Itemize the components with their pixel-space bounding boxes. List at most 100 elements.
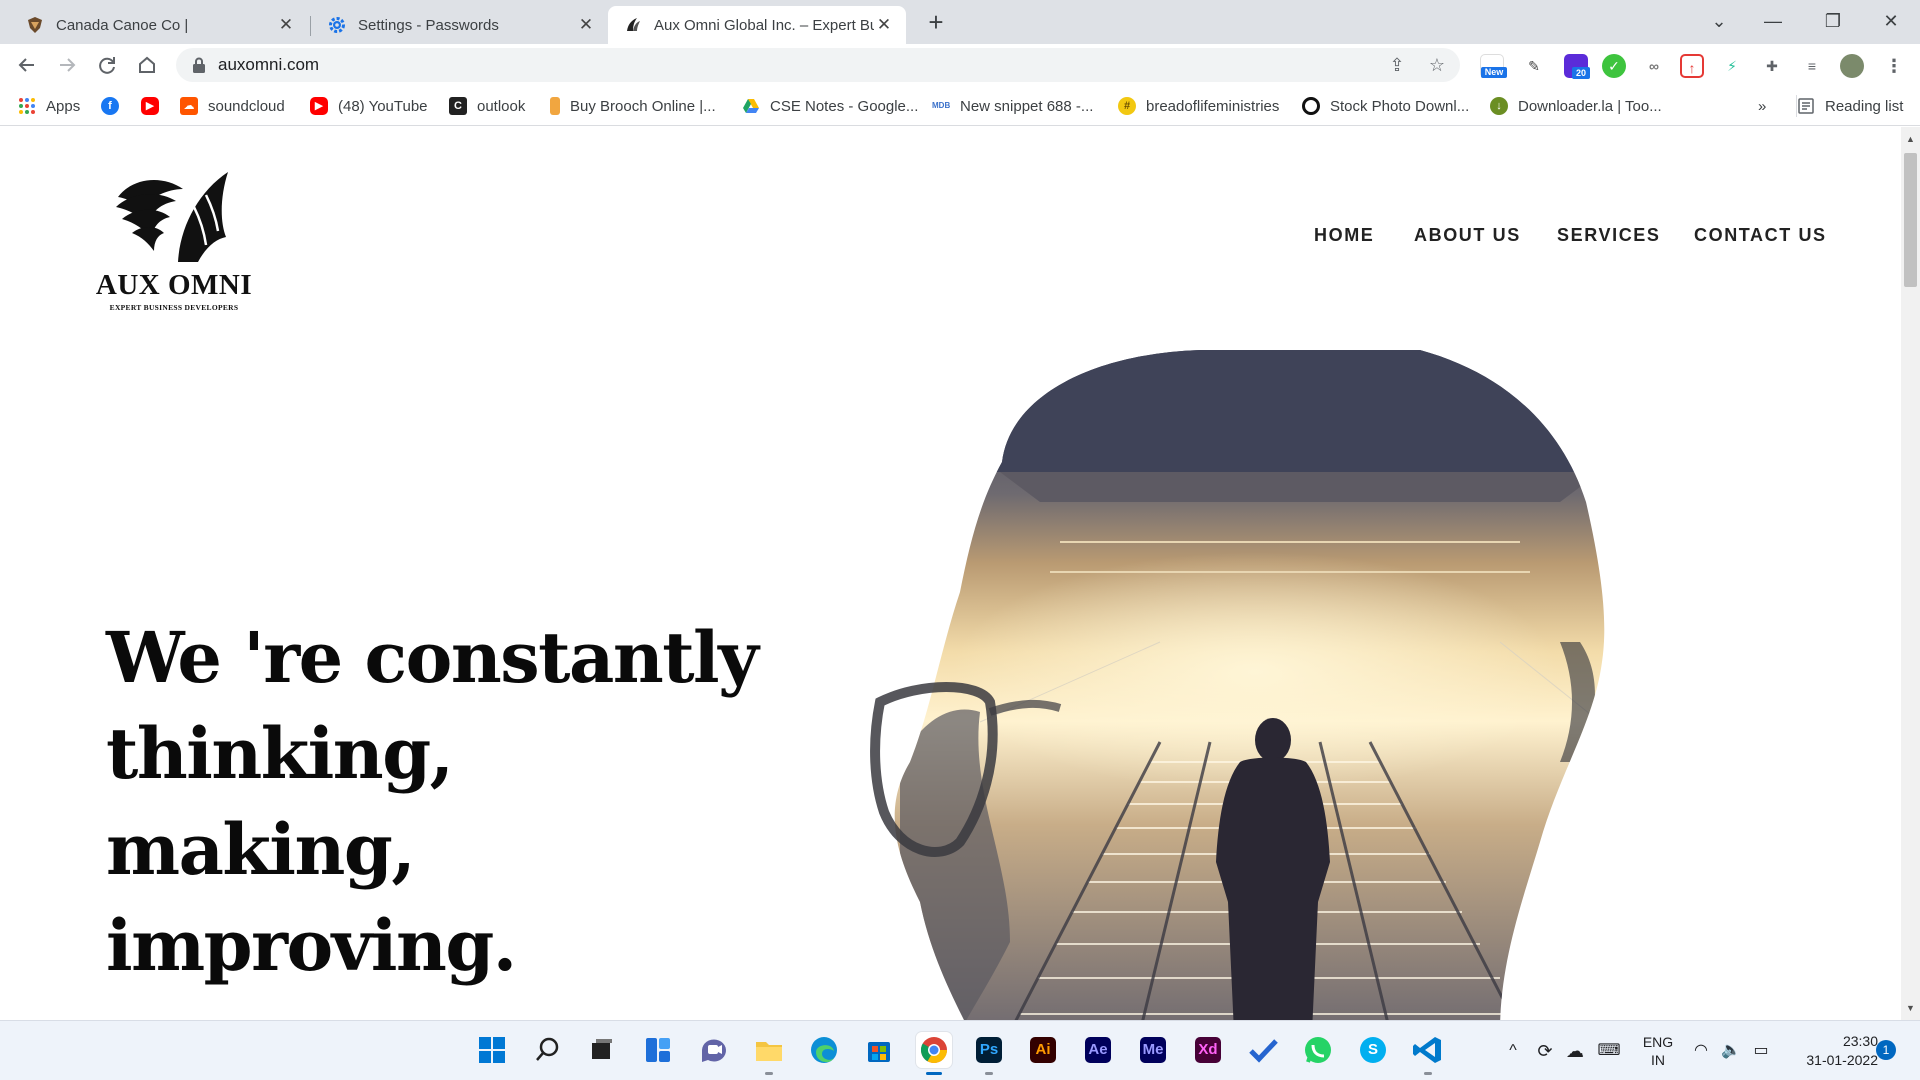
wifi-icon[interactable]: ◠: [1688, 1021, 1714, 1080]
bookmark-youtube-48[interactable]: ▶ (48) YouTube: [310, 95, 428, 117]
bookmark-buy-brooch[interactable]: Buy Brooch Online |...: [550, 95, 716, 117]
close-tab-icon[interactable]: ✕: [276, 15, 296, 35]
upload-extension-icon[interactable]: ↑: [1680, 54, 1704, 78]
forward-button[interactable]: [52, 50, 82, 80]
taskbar-illustrator[interactable]: Ai: [1025, 1032, 1061, 1068]
address-bar[interactable]: auxomni.com ⇪ ☆: [176, 48, 1460, 82]
bookmark-apps[interactable]: Apps: [18, 95, 80, 117]
apps-grid-icon: [19, 98, 35, 114]
page-viewport: AUX OMNI EXPERT BUSINESS DEVELOPERS HOME…: [0, 127, 1901, 1020]
lightning-extension-icon[interactable]: ⚡: [1720, 54, 1744, 78]
close-tab-icon[interactable]: ✕: [576, 15, 596, 35]
bookmarks-bar: Apps f ▶ ☁ soundcloud ▶ (48) YouTube Coutl…: [0, 86, 1920, 126]
store-icon: [868, 1042, 890, 1062]
bookmarks-overflow-button[interactable]: »: [1758, 95, 1766, 117]
bookmark-star-icon[interactable]: ☆: [1426, 54, 1448, 76]
taskbar-todo[interactable]: [1245, 1032, 1281, 1068]
taskbar-adobe-xd[interactable]: Xd: [1190, 1032, 1226, 1068]
reading-list-button[interactable]: Reading list: [1796, 95, 1903, 117]
reload-button[interactable]: [92, 50, 122, 80]
scroll-up-arrow-icon[interactable]: ▲: [1901, 131, 1920, 147]
new-tab-button[interactable]: +: [922, 9, 950, 37]
close-window-button[interactable]: ✕: [1868, 6, 1914, 36]
bookmark-mdb-snippet[interactable]: MDB New snippet 688 -...: [932, 95, 1093, 117]
taskbar-widgets[interactable]: [640, 1032, 676, 1068]
extension-new-icon[interactable]: New: [1480, 54, 1507, 78]
home-icon: [139, 56, 155, 73]
bookmark-facebook[interactable]: f: [101, 95, 129, 117]
profile-avatar[interactable]: [1840, 54, 1864, 78]
illustrator-icon: Ai: [1030, 1037, 1056, 1063]
sync-icon[interactable]: ⟳: [1532, 1021, 1558, 1080]
tab-aux-omni[interactable]: Aux Omni Global Inc. – Expert Bu ✕: [608, 6, 906, 44]
bookmark-soundcloud[interactable]: ☁ soundcloud: [180, 95, 285, 117]
minimize-button[interactable]: —: [1750, 6, 1796, 36]
wing-emblem-icon: [116, 172, 228, 262]
bookmark-downloader[interactable]: ↓ Downloader.la | Too...: [1490, 95, 1662, 117]
taskbar-photoshop[interactable]: Ps: [971, 1032, 1007, 1075]
home-button[interactable]: [132, 50, 162, 80]
taskbar-skype[interactable]: S: [1355, 1032, 1391, 1068]
bookmark-outlook[interactable]: Coutlook: [449, 95, 525, 117]
bookmark-label: breadoflifeministries: [1146, 97, 1280, 115]
clock[interactable]: 23:30 31-01-2022: [1790, 1021, 1878, 1080]
site-logo[interactable]: AUX OMNI EXPERT BUSINESS DEVELOPERS: [88, 167, 260, 317]
taskbar-task-view[interactable]: [584, 1032, 620, 1068]
taskbar-microsoft-store[interactable]: [861, 1032, 897, 1068]
taskbar-edge[interactable]: [806, 1032, 842, 1068]
volume-icon[interactable]: 🔈: [1718, 1021, 1744, 1080]
tab-settings-passwords[interactable]: Settings - Passwords ✕: [312, 6, 608, 44]
bookmark-breadoflife[interactable]: # breadoflifeministries: [1118, 95, 1279, 117]
youtube-icon: ▶: [141, 97, 159, 115]
tab-canada-canoe[interactable]: Canada Canoe Co | ✕: [10, 6, 308, 44]
windows-taskbar: Ps Ai Ae Me Xd S ^ ⟳ ☁ ⌨ ENG IN ◠ 🔈 ▭ 23…: [0, 1020, 1920, 1080]
language-code: ENG: [1642, 1034, 1674, 1050]
share-icon[interactable]: ⇪: [1386, 54, 1408, 76]
taskbar-windows-start[interactable]: [474, 1032, 510, 1068]
browser-menu-icon[interactable]: ⋮: [1882, 54, 1906, 78]
nav-services[interactable]: SERVICES: [1557, 225, 1661, 246]
cloud-offline-icon[interactable]: ☁: [1562, 1021, 1588, 1080]
graduation-extension-icon[interactable]: 20: [1564, 54, 1590, 79]
nav-home[interactable]: HOME: [1314, 225, 1374, 246]
bookmark-stock-photo[interactable]: Stock Photo Downl...: [1302, 95, 1469, 117]
after-effects-icon: Ae: [1085, 1037, 1111, 1063]
battery-icon[interactable]: ▭: [1748, 1021, 1774, 1080]
nav-contact-us[interactable]: CONTACT US: [1694, 225, 1827, 246]
bookmark-cse-notes[interactable]: CSE Notes - Google...: [742, 95, 918, 117]
media-control-icon[interactable]: ≡: [1800, 54, 1824, 78]
bookmark-youtube[interactable]: ▶: [141, 95, 169, 117]
nav-about-us[interactable]: ABOUT US: [1414, 225, 1521, 246]
puzzle-extensions-icon[interactable]: ✚: [1760, 54, 1784, 78]
notification-badge[interactable]: 1: [1876, 1040, 1896, 1060]
edge-icon: [811, 1037, 837, 1063]
browser-toolbar: auxomni.com ⇪ ☆ New ✎ 20 ✓ ∞ ↑ ⚡ ✚ ≡ ⋮: [0, 44, 1920, 86]
taskbar-teams-chat[interactable]: [696, 1032, 732, 1068]
taskbar-vscode[interactable]: [1410, 1032, 1446, 1075]
scrollbar-thumb[interactable]: [1904, 153, 1917, 287]
eyedropper-extension-icon[interactable]: ✎: [1522, 54, 1546, 78]
keyboard-icon[interactable]: ⌨: [1596, 1021, 1622, 1080]
bookmark-label: CSE Notes - Google...: [770, 97, 919, 115]
page-scrollbar[interactable]: ▲ ▼: [1901, 127, 1920, 1020]
canoe-favicon: [28, 17, 42, 33]
taskbar-file-explorer[interactable]: [751, 1032, 787, 1075]
tab-title: Canada Canoe Co |: [56, 16, 189, 34]
scroll-down-arrow-icon[interactable]: ▼: [1901, 1000, 1920, 1016]
taskbar-whatsapp[interactable]: [1300, 1032, 1336, 1068]
back-button[interactable]: [12, 50, 42, 80]
taskbar-after-effects[interactable]: Ae: [1080, 1032, 1116, 1068]
tab-search-icon[interactable]: ⌄: [1696, 6, 1742, 36]
link-extension-icon[interactable]: ∞: [1642, 54, 1666, 78]
tray-overflow-chevron-icon[interactable]: ^: [1503, 1021, 1523, 1080]
language-indicator[interactable]: ENG IN: [1638, 1021, 1678, 1080]
taskbar-search[interactable]: [530, 1032, 566, 1068]
grammar-extension-icon[interactable]: ✓: [1602, 54, 1626, 78]
close-tab-icon[interactable]: ✕: [874, 15, 894, 35]
taskbar-chrome[interactable]: [916, 1032, 952, 1075]
taskbar-media-encoder[interactable]: Me: [1135, 1032, 1171, 1068]
clock-time: 23:30: [1842, 1033, 1878, 1049]
hero-line: thinking,: [106, 712, 454, 795]
photoshop-icon: Ps: [976, 1037, 1002, 1063]
restore-button[interactable]: ❐: [1810, 6, 1856, 36]
